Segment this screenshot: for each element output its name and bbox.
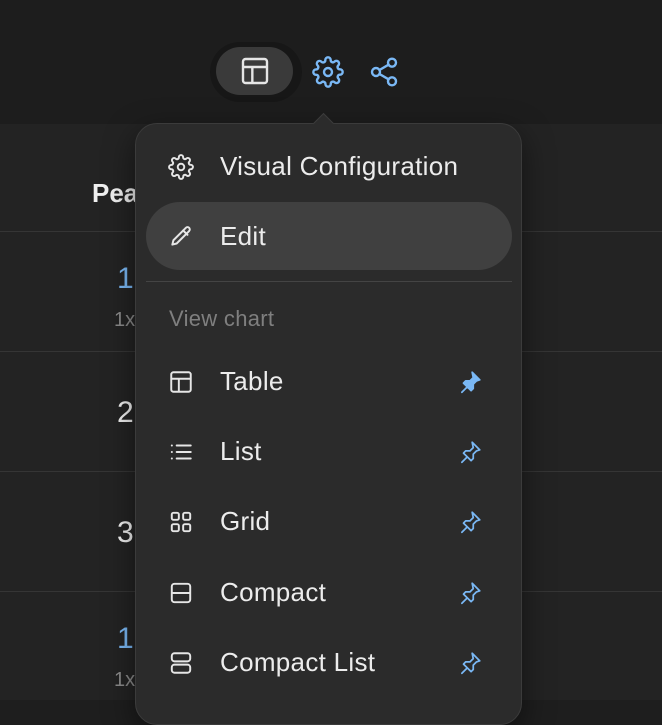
menu-item-label: Visual Configuration — [220, 151, 459, 181]
pin-icon[interactable] — [457, 580, 483, 606]
menu-item-label: List — [220, 436, 262, 466]
list-icon — [168, 439, 194, 465]
compact-icon — [168, 580, 194, 606]
menu-item-visual-configuration[interactable]: Visual Configuration — [146, 132, 512, 200]
view-option-table[interactable]: Table — [146, 347, 512, 415]
menu-item-label: Edit — [220, 221, 267, 251]
share-button[interactable] — [368, 56, 400, 88]
view-option-list[interactable]: List — [146, 417, 512, 485]
pin-icon[interactable] — [457, 439, 483, 465]
view-option-grid[interactable]: Grid — [146, 487, 512, 555]
section-label-view-chart: View chart — [169, 306, 275, 331]
table-cell-value[interactable]: 2 — [117, 396, 134, 430]
menu-item-label: Table — [220, 366, 284, 396]
view-option-compact[interactable]: Compact — [146, 558, 512, 626]
column-header[interactable]: Pea — [92, 178, 138, 209]
table-icon — [168, 369, 194, 395]
menu-item-label: Grid — [220, 506, 271, 536]
menu-item-label: Compact — [220, 577, 327, 607]
menu-item-edit[interactable]: Edit — [146, 202, 512, 270]
table-cell-sub: 1x — [114, 669, 136, 691]
compact-list-icon — [168, 650, 194, 676]
pin-icon[interactable] — [457, 650, 483, 676]
view-option-compact-list[interactable]: Compact List — [146, 628, 512, 696]
pin-filled-icon[interactable] — [457, 369, 483, 395]
gear-icon — [168, 154, 194, 180]
pencil-icon — [168, 224, 194, 250]
share-icon — [368, 56, 400, 88]
settings-button[interactable] — [312, 56, 344, 88]
table-cell-value[interactable]: 3 — [117, 516, 134, 550]
table-cell-value[interactable]: 1 — [117, 262, 134, 296]
menu-divider — [146, 281, 512, 282]
table-cell-value[interactable]: 1 — [117, 622, 134, 656]
gear-icon — [312, 56, 344, 88]
menu-item-label: Compact List — [220, 647, 376, 677]
table-cell-sub: 1x — [114, 309, 136, 331]
grid-icon — [168, 509, 194, 535]
table-icon — [239, 55, 271, 87]
table-view-button[interactable] — [216, 47, 293, 95]
pin-icon[interactable] — [457, 509, 483, 535]
